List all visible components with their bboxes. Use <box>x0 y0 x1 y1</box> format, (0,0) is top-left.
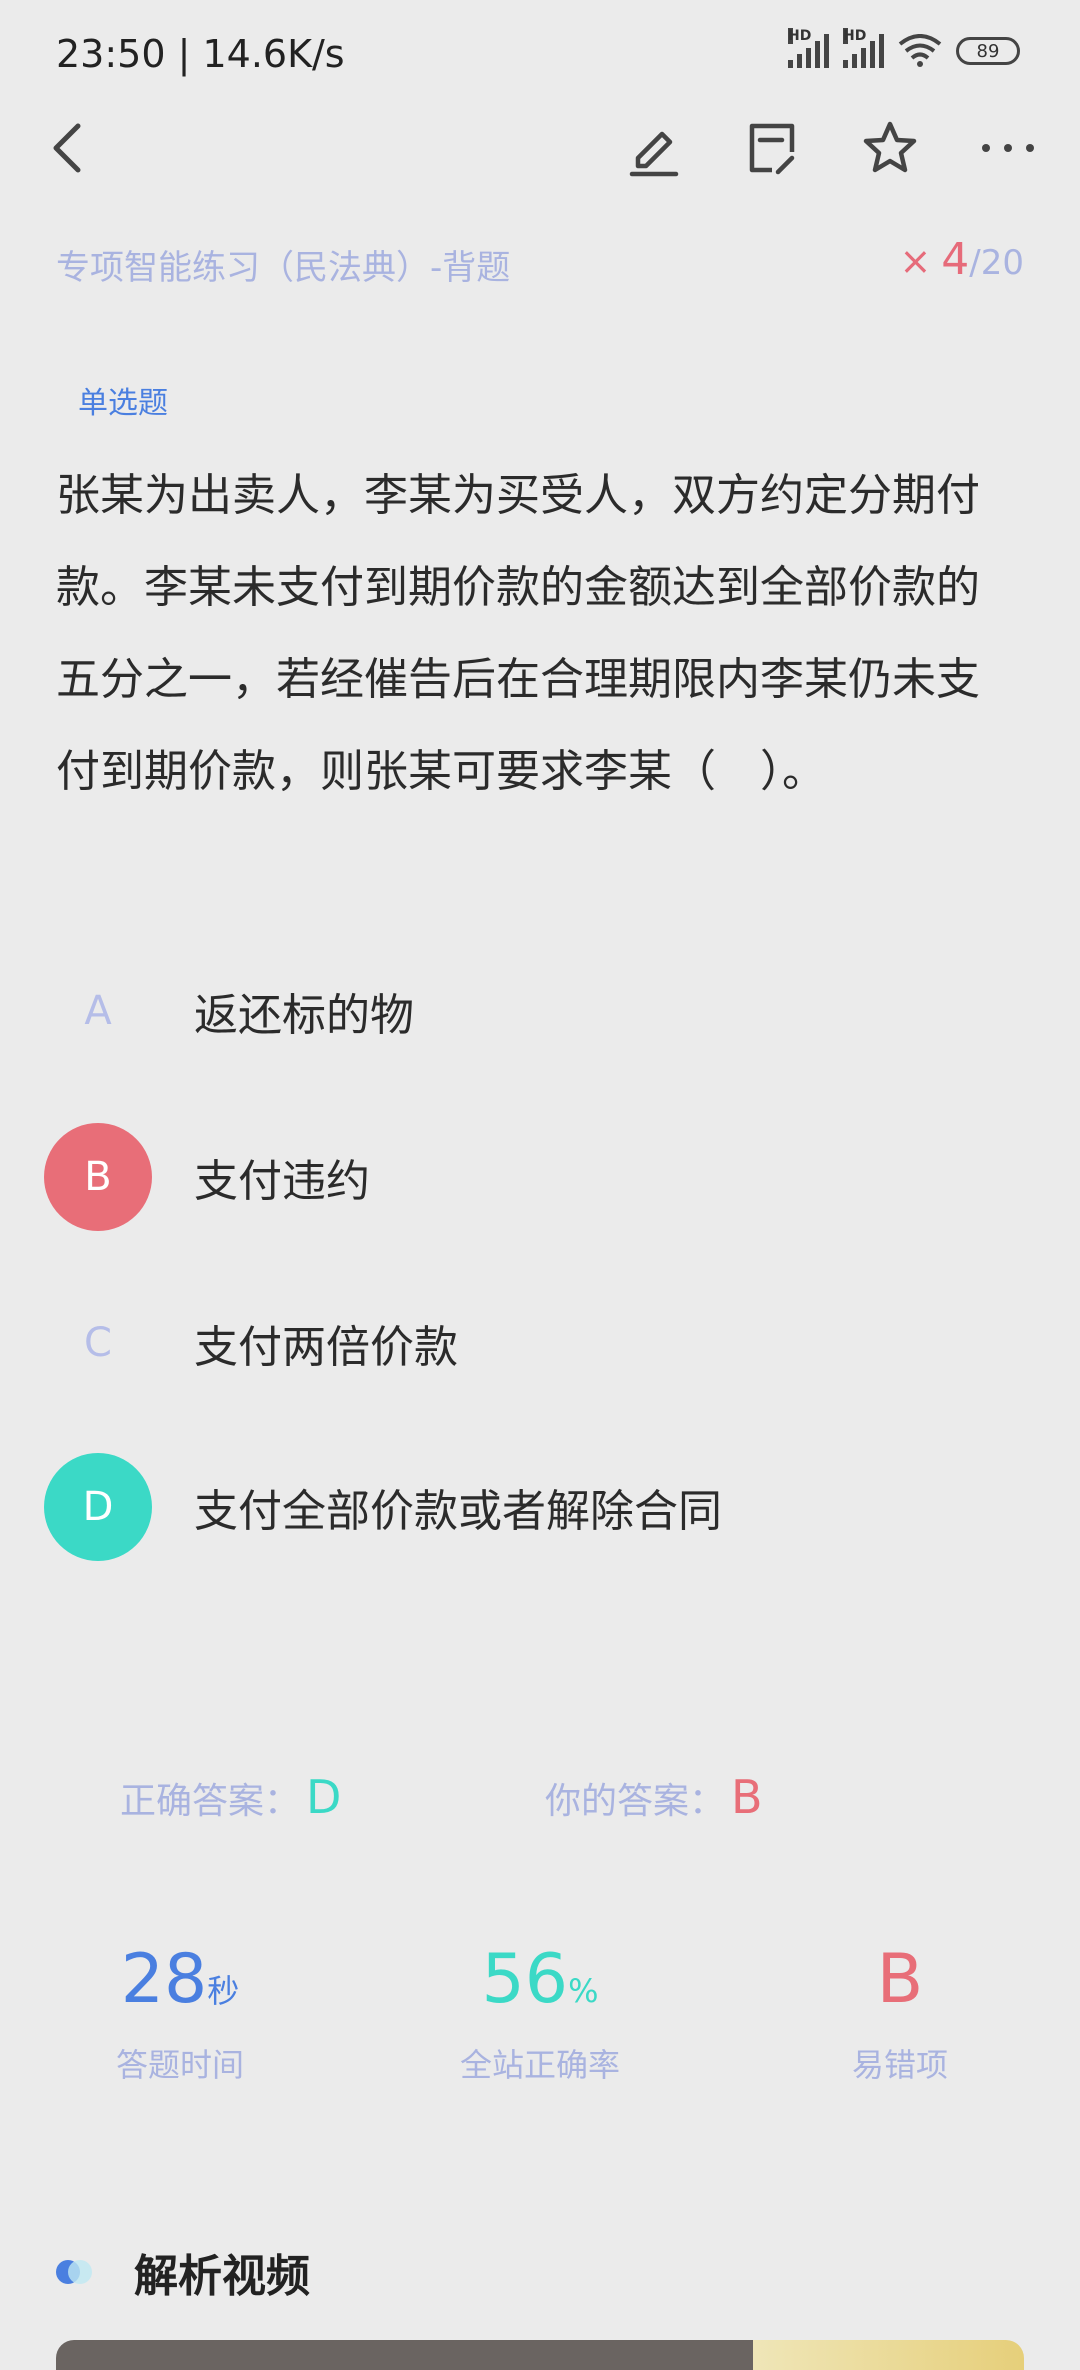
rate-unit: % <box>568 1972 599 2010</box>
option-text: 支付全部价款或者解除合同 <box>194 1486 722 1537</box>
close-icon[interactable]: × <box>899 239 931 283</box>
status-time-speed: 23:50 | 14.6K/s <box>56 32 345 76</box>
option-text: 支付违约 <box>194 1156 370 1207</box>
option-b[interactable]: B 支付违约 <box>44 1122 1024 1232</box>
stat-accuracy: 56% 全站正确率 <box>410 1940 670 2086</box>
error-value: B <box>876 1940 924 2019</box>
your-answer: 你的答案： B <box>545 1770 763 1824</box>
battery-icon: 89 <box>956 37 1020 65</box>
option-letter: C <box>84 1320 112 1366</box>
option-a[interactable]: A 返还标的物 <box>44 956 1024 1066</box>
wifi-icon <box>898 34 942 67</box>
option-d[interactable]: D 支付全部价款或者解除合同 <box>44 1452 1024 1562</box>
signal-icon: HD <box>788 28 829 68</box>
back-icon[interactable] <box>40 118 100 178</box>
stat-answer-time: 28秒 答题时间 <box>50 1940 310 2086</box>
option-text: 返还标的物 <box>194 990 414 1041</box>
current-index: 4 <box>941 234 970 285</box>
more-icon[interactable] <box>978 118 1038 178</box>
question-progress[interactable]: × 4/20 <box>899 234 1024 285</box>
error-label: 易错项 <box>851 2046 948 2084</box>
time-value: 28 <box>120 1940 208 2019</box>
question-text: 张某为出卖人，李某为买受人，双方约定分期付款。李某未支付到期价款的金额达到全部价… <box>56 470 980 797</box>
section-title: 解析视频 <box>134 2251 310 2302</box>
section-dot-icon <box>56 2257 92 2287</box>
option-letter: B <box>44 1123 152 1231</box>
analysis-video-header: 解析视频 <box>56 2240 310 2304</box>
correct-answer-value: D <box>306 1770 342 1824</box>
correct-answer: 正确答案： D <box>120 1770 341 1824</box>
your-answer-value: B <box>731 1770 763 1824</box>
time-unit: 秒 <box>207 1972 240 2010</box>
rate-label: 全站正确率 <box>459 2046 620 2084</box>
signal-icon-2: HD <box>843 28 884 68</box>
question-type-badge: 单选题 <box>78 386 168 421</box>
rate-value: 56 <box>481 1940 569 2019</box>
correct-answer-label: 正确答案： <box>120 1781 301 1822</box>
option-letter: D <box>44 1453 152 1561</box>
time-label: 答题时间 <box>115 2046 244 2084</box>
exam-title: 专项智能练习（民法典）-背题 <box>56 248 511 288</box>
option-c[interactable]: C 支付两倍价款 <box>44 1288 1024 1398</box>
option-text: 支付两倍价款 <box>194 1322 458 1373</box>
star-icon[interactable] <box>860 118 920 178</box>
hd-label: HD <box>788 28 812 44</box>
stat-error-prone: B 易错项 <box>770 1940 1030 2086</box>
note-icon[interactable] <box>742 118 802 178</box>
hd-label-2: HD <box>843 28 867 44</box>
total-count: /20 <box>969 243 1024 283</box>
status-icons: HD HD 89 <box>788 28 1020 68</box>
video-thumbnail[interactable] <box>56 2340 1024 2370</box>
your-answer-label: 你的答案： <box>545 1781 726 1822</box>
edit-icon[interactable] <box>624 118 684 178</box>
option-letter: A <box>84 988 112 1034</box>
